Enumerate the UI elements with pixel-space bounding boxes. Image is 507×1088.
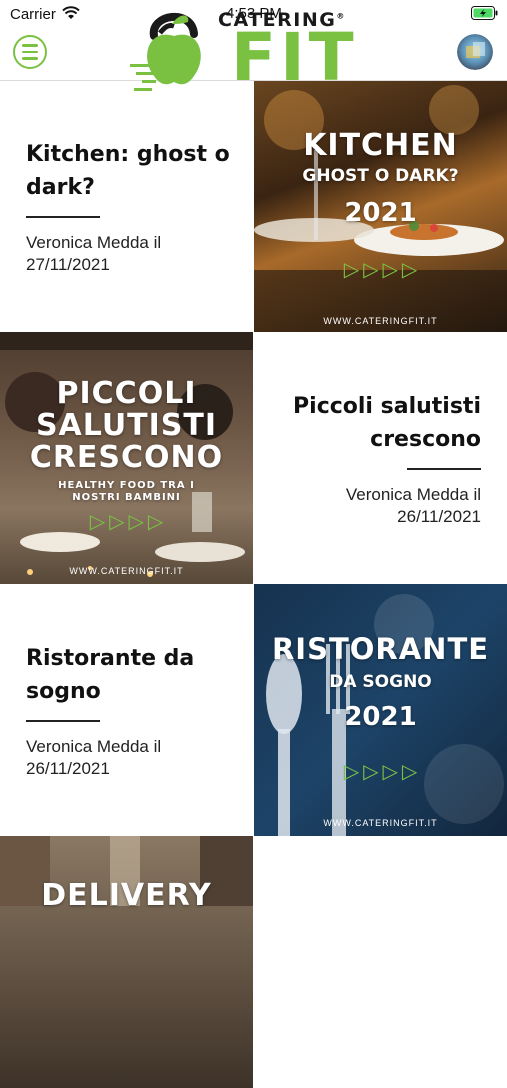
menu-icon-bar xyxy=(22,44,38,47)
post-card-image[interactable]: RISTORANTE DA SOGNO 2021 ▷ ▷ ▷ ▷ WWW.CATERI… xyxy=(254,584,507,836)
status-time: 4:53 PM xyxy=(226,5,282,22)
image-subtitle-line2: NOSTRI BAMBINI xyxy=(72,492,181,503)
carrier-label: Carrier xyxy=(10,6,56,23)
image-title: RISTORANTE xyxy=(271,632,490,666)
post-card-text[interactable]: Piccoli salutisti crescono Veronica Medd… xyxy=(254,332,507,584)
arrows-icon: ▷ ▷ ▷ ▷ xyxy=(343,259,418,281)
avatar[interactable] xyxy=(457,34,493,70)
post-title: Piccoli salutisti crescono xyxy=(293,394,481,452)
image-title: DELIVERY xyxy=(41,878,212,913)
post-row: DELIVERY xyxy=(0,836,507,1088)
image-year: 2021 xyxy=(344,198,417,228)
image-title-line2: SALUTISTI xyxy=(35,408,218,443)
menu-icon-bar xyxy=(22,57,38,60)
street-photo xyxy=(0,836,253,906)
website-label: WWW.CATERINGFIT.IT xyxy=(69,566,184,576)
arrows-icon: ▷ ▷ ▷ ▷ xyxy=(89,511,164,533)
post-card-image[interactable]: KITCHEN GHOST O DARK? 2021 ▷ ▷ ▷ ▷ WWW.CATE… xyxy=(254,80,507,332)
arrows-icon: ▷ ▷ ▷ ▷ xyxy=(343,761,418,783)
divider xyxy=(26,720,100,722)
avatar-image xyxy=(457,34,493,70)
post-meta: Veronica Medda il 27/11/2021 xyxy=(26,233,162,274)
post-card-text[interactable]: Ristorante da sogno Veronica Medda il 26… xyxy=(0,584,253,836)
post-row: Kitchen: ghost o dark? Veronica Medda il… xyxy=(0,80,507,332)
image-title-line3: CRESCONO xyxy=(29,440,224,475)
post-meta: Veronica Medda il 26/11/2021 xyxy=(26,737,162,778)
menu-icon-bar xyxy=(22,50,38,54)
post-card-text[interactable] xyxy=(254,836,507,1088)
post-title: Ristorante da sogno xyxy=(26,646,195,704)
post-title: Kitchen: ghost o dark? xyxy=(26,142,230,200)
divider xyxy=(407,468,481,470)
battery-icon xyxy=(471,6,498,20)
image-title: KITCHEN xyxy=(303,128,458,163)
post-row: Ristorante da sogno Veronica Medda il 26… xyxy=(0,584,507,836)
website-label: WWW.CATERINGFIT.IT xyxy=(323,818,438,828)
website-label: WWW.CATERINGFIT.IT xyxy=(323,316,438,326)
image-subtitle: DA SOGNO xyxy=(329,672,432,692)
post-card-text[interactable]: Kitchen: ghost o dark? Veronica Medda il… xyxy=(0,80,253,332)
wifi-icon xyxy=(62,6,80,19)
image-subtitle: GHOST O DARK? xyxy=(302,166,459,186)
post-meta: Veronica Medda il 26/11/2021 xyxy=(345,485,481,526)
logo-text-fit: FIT xyxy=(231,19,358,96)
menu-button[interactable] xyxy=(13,35,47,69)
image-subtitle: HEALTHY FOOD TRA I xyxy=(58,480,195,491)
divider xyxy=(26,216,100,218)
image-year: 2021 xyxy=(344,702,417,732)
post-card-image[interactable]: DELIVERY xyxy=(0,836,253,1088)
post-card-image[interactable]: PICCOLI SALUTISTI CRESCONO HEALTHY FOOD … xyxy=(0,332,253,584)
post-row: PICCOLI SALUTISTI CRESCONO HEALTHY FOOD … xyxy=(0,332,507,584)
status-bar: Carrier 4:53 PM xyxy=(0,0,507,28)
posts-grid: Kitchen: ghost o dark? Veronica Medda il… xyxy=(0,80,507,1088)
image-title: PICCOLI xyxy=(56,376,197,411)
